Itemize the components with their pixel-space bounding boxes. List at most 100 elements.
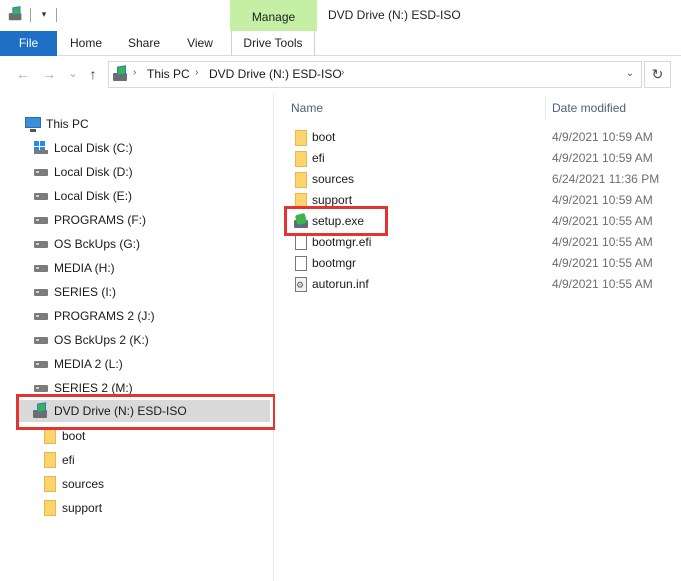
sidebar-item-label: This PC [46, 117, 89, 131]
address-bar[interactable]: › This PC › DVD Drive (N:) ESD-ISO › ⌄ [108, 61, 642, 88]
up-arrow-icon[interactable]: ↑ [84, 65, 102, 83]
sidebar-item-label: Local Disk (D:) [54, 165, 133, 179]
sidebar-item-label: sources [62, 477, 105, 491]
sidebar-item-label: DVD Drive (N:) ESD-ISO [54, 404, 187, 418]
windows-drive-icon [33, 140, 49, 156]
column-header-name[interactable]: Name [291, 94, 323, 122]
window-title: DVD Drive (N:) ESD-ISO [328, 8, 461, 22]
sidebar-item-drive-j[interactable]: PROGRAMS 2 (J:) [0, 305, 270, 327]
file-date: 4/9/2021 10:55 AM [552, 214, 653, 228]
folder-icon [293, 151, 309, 167]
sidebar-item-drive-h[interactable]: MEDIA (H:) [0, 257, 270, 279]
chevron-down-icon[interactable]: ⌄ [623, 66, 637, 82]
file-icon [293, 256, 309, 272]
list-item[interactable]: efi 4/9/2021 10:59 AM [289, 148, 681, 169]
title-bar: ▾ Manage DVD Drive (N:) ESD-ISO [0, 0, 681, 31]
list-item[interactable]: sources 6/24/2021 11:36 PM [289, 169, 681, 190]
list-item[interactable]: autorun.inf 4/9/2021 10:55 AM [289, 274, 681, 295]
sidebar-item-efi[interactable]: efi [0, 449, 270, 471]
sidebar-item-boot[interactable]: boot [0, 425, 270, 447]
file-date: 4/9/2021 10:55 AM [552, 277, 653, 291]
sidebar-item-drive-g[interactable]: OS BckUps (G:) [0, 233, 270, 255]
sidebar-item-drive-i[interactable]: SERIES (I:) [0, 281, 270, 303]
list-item[interactable]: support 4/9/2021 10:59 AM [289, 190, 681, 211]
sidebar-item-label: boot [62, 429, 86, 443]
sidebar-item-label: SERIES 2 (M:) [54, 381, 133, 395]
file-name: setup.exe [312, 214, 365, 228]
folder-icon [42, 452, 58, 468]
sidebar-item-this-pc[interactable]: This PC [0, 113, 270, 135]
file-name: support [312, 193, 353, 207]
folder-icon [293, 130, 309, 146]
breadcrumb-this-pc[interactable]: This PC [147, 67, 190, 81]
tab-share[interactable]: Share [120, 31, 168, 56]
list-item[interactable]: bootmgr 4/9/2021 10:55 AM [289, 253, 681, 274]
sidebar-item-label: Local Disk (C:) [54, 141, 133, 155]
sidebar-item-label: Local Disk (E:) [54, 189, 133, 203]
chevron-right-icon[interactable]: › [341, 67, 344, 78]
folder-icon [42, 476, 58, 492]
forward-arrow-icon[interactable]: → [40, 65, 58, 83]
tab-drive-tools[interactable]: Drive Tools [231, 31, 315, 56]
list-item[interactable]: setup.exe 4/9/2021 10:55 AM [289, 211, 681, 232]
ribbon-tabs: File Home Share View Drive Tools [0, 31, 681, 56]
breadcrumb-dvd-drive[interactable]: DVD Drive (N:) ESD-ISO [209, 67, 342, 81]
list-item[interactable]: boot 4/9/2021 10:59 AM [289, 127, 681, 148]
sidebar-item-label: SERIES (I:) [54, 285, 117, 299]
dvd-drive-icon[interactable] [8, 6, 24, 22]
hdd-icon [33, 356, 49, 372]
file-icon [293, 235, 309, 251]
hdd-icon [33, 332, 49, 348]
column-header-date[interactable]: Date modified [552, 94, 626, 122]
file-date: 4/9/2021 10:59 AM [552, 130, 653, 144]
sidebar-item-label: support [62, 501, 103, 515]
sidebar-item-label: PROGRAMS 2 (J:) [54, 309, 155, 323]
chevron-down-icon[interactable]: ▾ [36, 6, 52, 22]
tab-view[interactable]: View [180, 31, 220, 56]
chevron-right-icon[interactable]: › [195, 67, 198, 78]
manage-context-tab[interactable]: Manage [230, 0, 317, 31]
sidebar-item-label: MEDIA (H:) [54, 261, 115, 275]
list-item[interactable]: bootmgr.efi 4/9/2021 10:55 AM [289, 232, 681, 253]
hdd-icon [33, 164, 49, 180]
sidebar-item-drive-e[interactable]: Local Disk (E:) [0, 185, 270, 207]
sidebar-item-label: efi [62, 453, 75, 467]
sidebar-item-drive-c[interactable]: Local Disk (C:) [0, 137, 270, 159]
back-arrow-icon[interactable]: ← [14, 65, 32, 83]
tab-file[interactable]: File [0, 31, 57, 56]
sidebar-item-label: PROGRAMS (F:) [54, 213, 146, 227]
file-name: efi [312, 151, 325, 165]
sidebar-item-drive-d[interactable]: Local Disk (D:) [0, 161, 270, 183]
sidebar-item-support[interactable]: support [0, 497, 270, 519]
recent-locations-icon[interactable]: ⌄ [64, 65, 82, 83]
column-divider[interactable] [545, 96, 546, 120]
file-name: autorun.inf [312, 277, 369, 291]
hdd-icon [33, 236, 49, 252]
settings-file-icon [293, 277, 309, 293]
hdd-icon [33, 260, 49, 276]
hdd-icon [33, 284, 49, 300]
file-name: boot [312, 130, 336, 144]
refresh-button[interactable]: ↻ [644, 61, 671, 88]
file-name: sources [312, 172, 355, 186]
file-date: 4/9/2021 10:59 AM [552, 151, 653, 165]
file-name: bootmgr.efi [312, 235, 372, 249]
divider [30, 8, 31, 22]
sidebar-item-label: MEDIA 2 (L:) [54, 357, 123, 371]
sidebar-item-sources[interactable]: sources [0, 473, 270, 495]
sidebar-item-dvd-drive[interactable]: DVD Drive (N:) ESD-ISO [18, 400, 270, 422]
sidebar-item-drive-f[interactable]: PROGRAMS (F:) [0, 209, 270, 231]
file-date: 4/9/2021 10:55 AM [552, 235, 653, 249]
divider [56, 8, 57, 22]
sidebar-item-drive-l[interactable]: MEDIA 2 (L:) [0, 353, 270, 375]
dvd-drive-icon [33, 402, 49, 419]
chevron-right-icon[interactable]: › [133, 67, 136, 78]
folder-icon [42, 428, 58, 444]
tab-home[interactable]: Home [60, 31, 112, 56]
sidebar-item-drive-k[interactable]: OS BckUps 2 (K:) [0, 329, 270, 351]
file-date: 6/24/2021 11:36 PM [552, 172, 660, 186]
sidebar-item-label: OS BckUps (G:) [54, 237, 141, 251]
sidebar-item-drive-m[interactable]: SERIES 2 (M:) [0, 377, 270, 399]
navigation-pane: This PC Local Disk (C:) Local Disk (D:) … [0, 94, 274, 581]
folder-icon [293, 193, 309, 209]
